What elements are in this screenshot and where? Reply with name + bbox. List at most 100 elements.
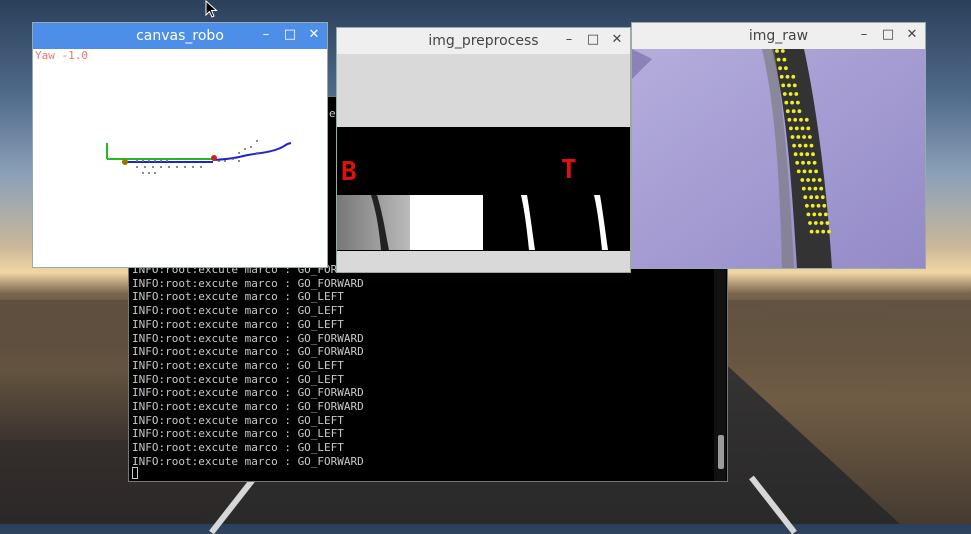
label-bottom: B bbox=[341, 157, 357, 187]
img-preprocess-titlebar[interactable]: img_preprocess – □ ✕ bbox=[337, 28, 630, 54]
preprocess-image-strip: B T bbox=[337, 127, 630, 251]
lane-dot bbox=[791, 74, 796, 79]
terminal-line: INFO:root:excute marco : GO_LEFT bbox=[132, 317, 344, 331]
lane-dot bbox=[793, 117, 798, 122]
lane-dot bbox=[806, 126, 811, 131]
lane-dot bbox=[794, 92, 799, 96]
lane-dot bbox=[806, 160, 811, 165]
lane-dot bbox=[827, 229, 831, 234]
robot-path-canvas bbox=[106, 140, 292, 174]
lane-dot bbox=[796, 100, 800, 105]
lane-dot bbox=[809, 195, 814, 200]
lane-dot bbox=[799, 152, 804, 157]
tile-binary-2 bbox=[556, 195, 629, 250]
lane-dot bbox=[802, 135, 806, 139]
robot-start-point bbox=[122, 159, 128, 165]
close-button[interactable]: ✕ bbox=[905, 27, 919, 43]
lane-dot bbox=[790, 100, 794, 105]
lane-dot bbox=[823, 212, 828, 217]
img-preprocess-view: B T bbox=[337, 54, 630, 272]
robot-path-curve bbox=[212, 142, 292, 161]
mouse-pointer-icon bbox=[205, 0, 218, 18]
terminal-line: INFO:root:excute marco : GO_LEFT bbox=[132, 290, 344, 304]
lane-dot bbox=[803, 143, 808, 148]
canvas-robo-titlebar[interactable]: canvas_robo – □ ✕ bbox=[33, 23, 327, 49]
lane-dot bbox=[812, 160, 817, 165]
minimize-button[interactable]: – bbox=[562, 32, 576, 48]
lane-dot bbox=[814, 169, 818, 174]
lane-dot bbox=[793, 152, 798, 157]
lane-dot bbox=[803, 195, 808, 200]
lane-dot bbox=[808, 169, 813, 174]
lane-dot bbox=[820, 195, 825, 200]
lane-dot bbox=[811, 178, 816, 182]
lane-dot bbox=[819, 221, 824, 225]
lane-dot bbox=[784, 100, 789, 105]
lane-dot bbox=[779, 74, 784, 79]
lane-dot bbox=[822, 203, 827, 208]
lane-dot bbox=[813, 221, 818, 225]
lane-dot bbox=[815, 229, 820, 234]
lane-dot bbox=[806, 178, 810, 182]
close-button[interactable]: ✕ bbox=[307, 27, 321, 43]
minimize-button[interactable]: – bbox=[259, 27, 273, 43]
lane-dot bbox=[811, 152, 815, 157]
terminal-line: INFO:root:excute marco : GO_FORWARD bbox=[132, 276, 364, 290]
lane-dot bbox=[788, 92, 793, 96]
lane-dot bbox=[792, 143, 796, 148]
tile-gray bbox=[337, 195, 410, 250]
lane-dot bbox=[809, 229, 814, 234]
close-button[interactable]: ✕ bbox=[610, 32, 624, 48]
camera-image bbox=[632, 49, 925, 268]
lane-dot bbox=[806, 212, 811, 217]
maximize-button[interactable]: □ bbox=[283, 27, 297, 43]
lane-dot bbox=[781, 83, 786, 88]
lane-dot bbox=[787, 83, 791, 88]
terminal-line: INFO:root:excute marco : GO_FORWARD bbox=[132, 331, 364, 345]
lane-dot bbox=[805, 203, 809, 208]
img-raw-titlebar[interactable]: img_raw – □ ✕ bbox=[632, 23, 925, 49]
lane-dot bbox=[808, 221, 812, 225]
lane-dot bbox=[808, 135, 812, 139]
lane-dot bbox=[805, 152, 810, 157]
lane-dot bbox=[794, 126, 799, 131]
img-preprocess-window[interactable]: img_preprocess – □ ✕ B T bbox=[336, 27, 631, 273]
lane-dot bbox=[787, 117, 792, 122]
lane-dot bbox=[776, 57, 781, 62]
lane-dot bbox=[807, 186, 812, 191]
lane-dot bbox=[816, 203, 821, 208]
terminal-line: INFO:root:excute marco : GO_LEFT bbox=[132, 304, 344, 318]
terminal-line: INFO:root:excute marco : GO_FORWARD bbox=[132, 386, 364, 400]
lane-dot bbox=[800, 126, 805, 131]
lane-dot bbox=[782, 92, 787, 96]
lane-dot bbox=[775, 49, 779, 53]
terminal-line: INFO:root:excute marco : GO_FORWARD bbox=[132, 345, 364, 359]
terminal-line: INFO:root:excute marco : GO_LEFT bbox=[132, 358, 344, 372]
terminal-line: INFO:root:excute marco : GO_FORWARD bbox=[132, 454, 364, 468]
terminal-line: INFO:root:excute marco : GO_FORWARD bbox=[132, 400, 364, 414]
lane-dot bbox=[778, 66, 782, 71]
lane-dot bbox=[790, 135, 795, 139]
lane-dot bbox=[785, 109, 790, 114]
lane-dot bbox=[804, 117, 809, 122]
minimize-button[interactable]: – bbox=[857, 27, 871, 43]
lane-dot bbox=[819, 186, 824, 191]
lane-dot bbox=[818, 212, 822, 217]
lane-dot bbox=[796, 169, 801, 174]
img-raw-window[interactable]: img_raw – □ ✕ bbox=[631, 22, 926, 269]
terminal-partial-text: e bbox=[329, 107, 336, 120]
lane-dot bbox=[809, 143, 814, 148]
lane-dot bbox=[812, 212, 817, 217]
lane-dot bbox=[800, 178, 805, 182]
lane-dot bbox=[798, 143, 802, 148]
maximize-button[interactable]: □ bbox=[586, 32, 600, 48]
maximize-button[interactable]: □ bbox=[881, 27, 895, 43]
terminal-line: INFO:root:excute marco : GO_LEFT bbox=[132, 441, 344, 455]
tile-binary-1 bbox=[483, 195, 556, 250]
lane-dot bbox=[821, 229, 826, 234]
terminal-scroll-thumb[interactable] bbox=[718, 435, 724, 469]
lane-dot bbox=[784, 66, 788, 71]
lane-dot bbox=[799, 117, 803, 122]
label-top: T bbox=[561, 155, 577, 185]
canvas-robo-window[interactable]: canvas_robo – □ ✕ Yaw -1.0 bbox=[32, 22, 328, 268]
